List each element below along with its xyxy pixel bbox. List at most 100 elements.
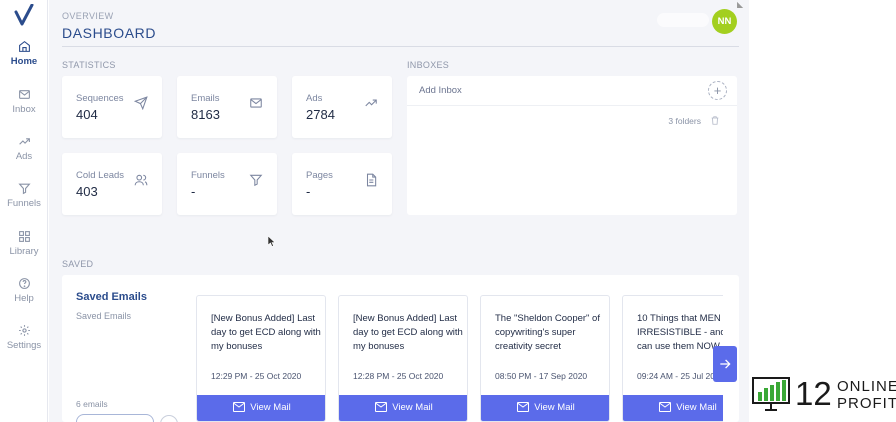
- filter-icon: [17, 183, 31, 195]
- file-icon: [366, 173, 377, 187]
- mail-subject: The "Sheldon Cooper" of copywriting's su…: [495, 313, 600, 352]
- sidebar-item-label: Help: [14, 293, 34, 304]
- add-inbox-label: Add Inbox: [419, 85, 462, 96]
- stat-value: 8163: [191, 107, 220, 122]
- mail-subject: [New Bonus Added] Last day to get ECD al…: [211, 313, 321, 352]
- saved-emails-title: Saved Emails: [76, 291, 147, 303]
- stat-value: -: [191, 184, 196, 199]
- breadcrumb: OVERVIEW: [62, 11, 114, 21]
- inboxes-panel: Add Inbox + 3 folders: [407, 76, 737, 215]
- sidebar-item-settings[interactable]: Settings: [0, 324, 48, 351]
- home-icon: [18, 40, 30, 52]
- stat-value: 2784: [306, 107, 335, 122]
- watermark-line1: ONLINE: [837, 378, 896, 395]
- stat-value: 403: [76, 184, 98, 199]
- sidebar-item-label: Library: [9, 246, 39, 257]
- folder-count: 3 folders: [668, 116, 701, 126]
- page-title: DASHBOARD: [62, 25, 157, 41]
- header-divider: [62, 46, 739, 47]
- stat-card-sequences[interactable]: Sequences 404: [62, 76, 162, 138]
- mail-date: 08:50 PM - 17 Sep 2020: [495, 371, 588, 381]
- stat-card-funnels[interactable]: Funnels -: [177, 153, 277, 215]
- watermark-line2: PROFIT$: [837, 395, 896, 412]
- sidebar-item-ads[interactable]: Ads: [0, 135, 48, 162]
- stat-value: 404: [76, 107, 98, 122]
- add-inbox-button[interactable]: +: [708, 81, 727, 100]
- view-mail-label: View Mail: [676, 402, 717, 413]
- filter-icon: [249, 174, 263, 187]
- trending-up-icon: [18, 138, 30, 145]
- stat-name: Emails: [191, 93, 220, 104]
- mouse-cursor-icon: [268, 236, 276, 247]
- mail-icon: [250, 98, 262, 108]
- stat-name: Ads: [306, 93, 323, 104]
- trash-icon[interactable]: [710, 115, 720, 126]
- mail-icon: [375, 402, 388, 412]
- mail-card[interactable]: [New Bonus Added] Last day to get ECD al…: [338, 295, 468, 422]
- users-icon: [134, 174, 148, 186]
- app-logo[interactable]: [14, 4, 34, 26]
- stat-name: Pages: [306, 170, 333, 181]
- mail-card[interactable]: [New Bonus Added] Last day to get ECD al…: [196, 295, 326, 422]
- stat-card-ads[interactable]: Ads 2784: [292, 76, 392, 138]
- saved-emails-count: 6 emails: [76, 399, 108, 409]
- saved-emails-secondary-button[interactable]: [160, 415, 178, 422]
- sidebar-item-label: Home: [10, 56, 38, 67]
- watermark-logo: 12 ONLINE PROFIT$: [751, 375, 896, 414]
- saved-emails-panel: Saved Emails Saved Emails 6 emails [New …: [62, 275, 739, 422]
- sidebar-item-label: Settings: [6, 340, 42, 351]
- view-mail-button[interactable]: View Mail: [481, 395, 609, 421]
- mail-card[interactable]: The "Sheldon Cooper" of copywriting's su…: [480, 295, 610, 422]
- saved-label: SAVED: [62, 259, 94, 269]
- carousel-next-button[interactable]: [713, 346, 737, 382]
- main-content: OVERVIEW DASHBOARD NN STATISTICS INBOXES…: [49, 0, 749, 422]
- outer-background: [749, 0, 896, 422]
- mail-date: 12:28 PM - 25 Oct 2020: [353, 371, 444, 381]
- sidebar-item-label: Inbox: [12, 104, 36, 115]
- sidebar-item-help[interactable]: Help: [0, 277, 48, 304]
- view-mail-label: View Mail: [534, 402, 575, 413]
- mail-carousel: [New Bonus Added] Last day to get ECD al…: [196, 295, 723, 422]
- view-mail-label: View Mail: [392, 402, 433, 413]
- mail-card[interactable]: 10 Things that MEN find IRRESISTIBLE - a…: [622, 295, 723, 422]
- help-icon: [18, 278, 30, 289]
- add-inbox-row[interactable]: Add Inbox +: [407, 76, 737, 106]
- monitor-chart-icon: [752, 377, 790, 411]
- mail-subject: 10 Things that MEN find IRRESISTIBLE - a…: [637, 313, 723, 352]
- arrow-right-icon: [720, 359, 731, 369]
- gear-icon: [18, 325, 30, 336]
- mail-icon: [18, 90, 30, 99]
- saved-emails-action-button[interactable]: [76, 414, 154, 422]
- corner-glyph: ◣: [737, 0, 744, 9]
- trending-up-icon: [365, 99, 377, 107]
- inboxes-label: INBOXES: [407, 60, 450, 70]
- stat-name: Cold Leads: [76, 170, 125, 181]
- avatar[interactable]: NN: [712, 9, 737, 34]
- stat-card-emails[interactable]: Emails 8163: [177, 76, 277, 138]
- user-name-blurred: [657, 13, 709, 27]
- grid-icon: [18, 231, 30, 242]
- mail-date: 12:29 PM - 25 Oct 2020: [211, 371, 302, 381]
- sidebar-item-funnels[interactable]: Funnels: [0, 182, 48, 209]
- saved-emails-subtitle: Saved Emails: [76, 311, 132, 321]
- view-mail-button[interactable]: View Mail: [623, 395, 723, 421]
- stat-card-pages[interactable]: Pages -: [292, 153, 392, 215]
- view-mail-button[interactable]: View Mail: [339, 395, 467, 421]
- mail-subject: [New Bonus Added] Last day to get ECD al…: [353, 313, 463, 352]
- send-icon: [134, 96, 148, 110]
- stat-card-cold-leads[interactable]: Cold Leads 403: [62, 153, 162, 215]
- mail-icon: [517, 402, 530, 412]
- watermark-number: 12: [795, 375, 832, 412]
- mail-icon: [233, 402, 246, 412]
- stat-name: Funnels: [191, 170, 225, 181]
- view-mail-label: View Mail: [250, 402, 291, 413]
- sidebar-item-library[interactable]: Library: [0, 230, 48, 257]
- mail-date: 09:24 AM - 25 Jul 2020: [637, 371, 723, 381]
- stat-value: -: [306, 184, 311, 199]
- view-mail-button[interactable]: View Mail: [197, 395, 325, 421]
- statistics-label: STATISTICS: [62, 60, 116, 70]
- sidebar-item-home[interactable]: Home: [0, 40, 48, 67]
- sidebar-item-inbox[interactable]: Inbox: [0, 88, 48, 115]
- mail-icon: [659, 402, 672, 412]
- sidebar: Home Inbox Ads Funnels Library Help Sett…: [0, 0, 48, 422]
